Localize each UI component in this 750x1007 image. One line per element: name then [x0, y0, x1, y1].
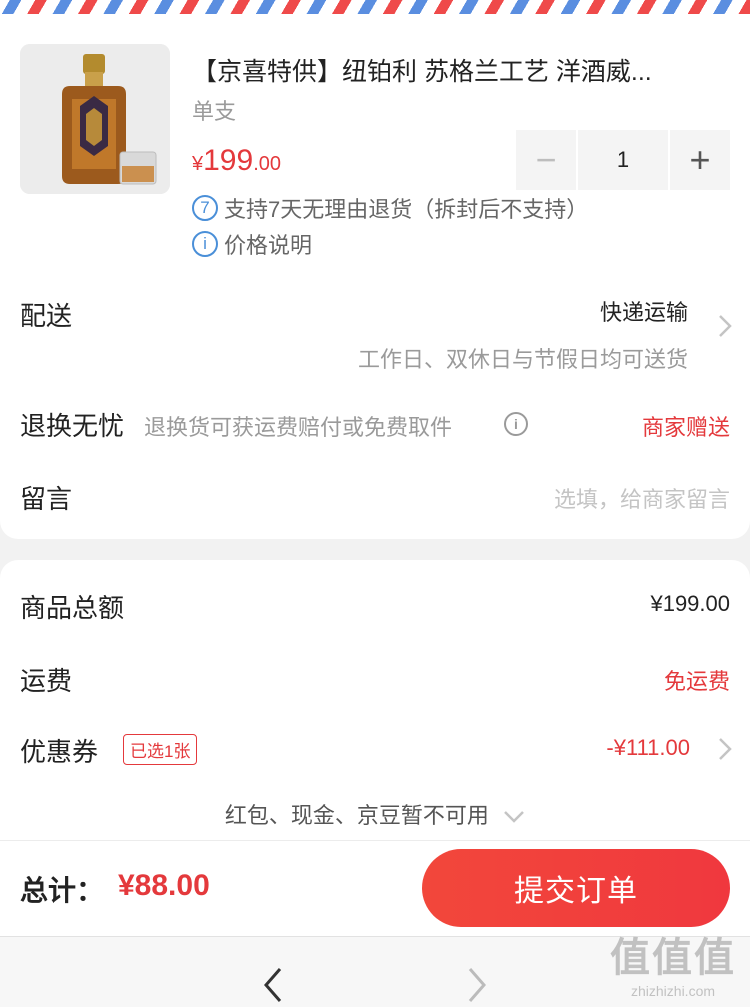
delivery-method[interactable]: 快递运输	[600, 295, 688, 327]
total-label: 总计：	[20, 875, 105, 906]
product-card: 【京喜特供】纽铂利 苏格兰工艺 洋酒威... 单支 ¥199.00 − 1 + …	[0, 14, 750, 539]
watermark-logo: 值值值	[610, 936, 736, 980]
quantity-input[interactable]: 1	[578, 130, 668, 190]
product-image[interactable]	[20, 44, 170, 194]
return-worry-label: 退换无忧	[20, 411, 125, 441]
price-note[interactable]: i 价格说明	[192, 228, 312, 260]
product-title[interactable]: 【京喜特供】纽铂利 苏格兰工艺 洋酒威...	[192, 52, 652, 88]
order-summary: 商品总额 ¥199.00 运费 免运费 优惠券 已选1张 -¥111.00 红包…	[0, 560, 750, 840]
goods-total-label: 商品总额	[20, 593, 125, 623]
increase-button[interactable]: +	[670, 130, 730, 190]
quantity-stepper: − 1 +	[516, 130, 730, 190]
unavailable-toggle[interactable]: 红包、现金、京豆暂不可用	[0, 798, 750, 830]
return-worry-desc: 退换货可获运费赔付或免费取件	[144, 415, 453, 440]
coupon-badge: 已选1张	[123, 734, 198, 765]
return-worry-value: 商家赠送	[641, 415, 730, 440]
shipping-value: 免运费	[663, 669, 730, 694]
price-note-text: 价格说明	[224, 233, 313, 258]
message-label: 留言	[20, 484, 73, 514]
return-policy[interactable]: 7 支持7天无理由退货（拆封后不支持）	[192, 192, 588, 224]
chevron-right-icon[interactable]	[718, 737, 732, 766]
watermark-url: zhizhizhi.com	[630, 983, 716, 999]
return-info-icon[interactable]: i	[504, 412, 528, 436]
message-input[interactable]: 选填，给商家留言	[554, 482, 730, 514]
product-spec: 单支	[192, 99, 237, 124]
price-decimal: .00	[253, 153, 281, 175]
info-icon: i	[192, 231, 218, 257]
seven-day-icon: 7	[192, 195, 218, 221]
price-currency: ¥	[192, 153, 204, 175]
product-price: ¥199.00	[192, 144, 281, 178]
goods-total-value: ¥199.00	[650, 591, 730, 616]
unavailable-text: 红包、现金、京豆暂不可用	[224, 803, 489, 828]
envelope-stripe	[0, 0, 750, 14]
total-value: ¥88.00	[118, 869, 210, 902]
return-policy-text: 支持7天无理由退货（拆封后不支持）	[224, 197, 589, 222]
chevron-down-icon	[504, 811, 524, 823]
forward-icon[interactable]	[466, 967, 488, 1007]
submit-order-button[interactable]: 提交订单	[422, 849, 730, 927]
price-integer: 199	[203, 144, 254, 177]
chevron-right-icon[interactable]	[718, 314, 732, 345]
shipping-label: 运费	[20, 666, 73, 696]
watermark: 值值值 zhizhizhi.com	[610, 925, 736, 999]
coupon-label: 优惠券	[20, 737, 99, 767]
back-icon[interactable]	[262, 967, 284, 1007]
checkout-bar: 总计： ¥88.00 提交订单	[0, 840, 750, 936]
delivery-note: 工作日、双休日与节假日均可送货	[357, 347, 688, 372]
decrease-button[interactable]: −	[516, 130, 576, 190]
coupon-value[interactable]: -¥111.00	[606, 735, 690, 761]
delivery-label: 配送	[20, 301, 73, 331]
